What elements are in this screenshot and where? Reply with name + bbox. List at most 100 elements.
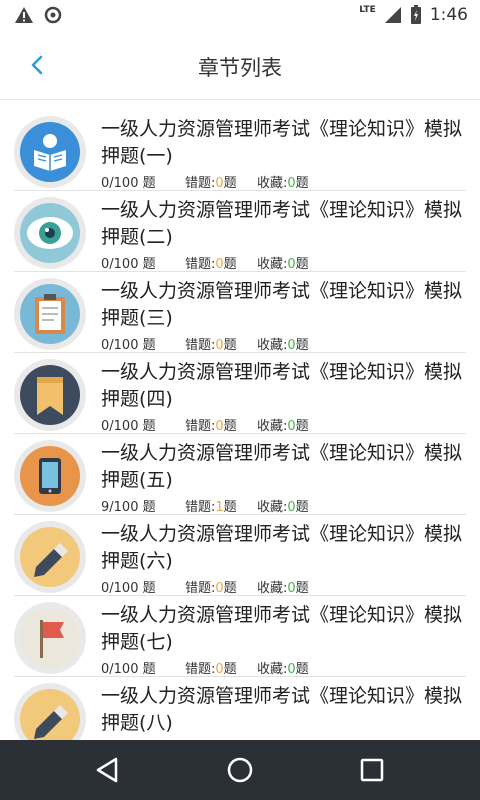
wrong-number: 1 [215, 500, 224, 515]
favorite-label: 收藏: [257, 176, 288, 191]
chapter-stats: 0/100 题错题:0题收藏:0题 [101, 253, 309, 272]
square-recents-icon [360, 758, 384, 782]
nav-back-button[interactable] [92, 754, 124, 786]
wrong-number: 0 [215, 662, 224, 677]
chapter-avatar [14, 683, 86, 740]
chapter-title: 一级人力资源管理师考试《理论知识》模拟押题(一) [101, 118, 463, 167]
favorite-count: 收藏:0题 [257, 577, 309, 596]
chapter-stats: 0/100 题错题:0题收藏:0题 [101, 577, 309, 596]
chapter-title: 一级人力资源管理师考试《理论知识》模拟押题(五) [101, 442, 463, 491]
network-type: LTE [359, 5, 376, 15]
chapter-stats: 0/100 题错题:0题收藏:0题 [101, 658, 309, 677]
wrong-number: 0 [215, 419, 224, 434]
favorite-unit: 题 [295, 662, 309, 677]
wrong-number: 0 [215, 176, 224, 191]
wrong-number: 0 [215, 338, 224, 353]
triangle-back-icon [96, 757, 118, 783]
pencil-icon [20, 689, 80, 740]
wrong-count: 错题:0题 [185, 658, 257, 677]
chapter-progress: 0/100 题 [101, 176, 156, 191]
wrong-count: 错题:0题 [185, 172, 257, 191]
chapter-title: 一级人力资源管理师考试《理论知识》模拟押题(八) [101, 685, 463, 734]
chapter-item[interactable]: 一级人力资源管理师考试《理论知识》模拟押题(八)0/100 题错题:0题收藏:0… [0, 677, 480, 740]
chapter-avatar [14, 116, 86, 188]
chapter-title: 一级人力资源管理师考试《理论知识》模拟押题(三) [101, 280, 463, 329]
wrong-unit: 题 [223, 662, 237, 677]
clipboard-icon [20, 284, 80, 344]
chapter-progress: 0/100 题 [101, 419, 156, 434]
favorite-count: 收藏:0题 [257, 658, 309, 677]
favorite-label: 收藏: [257, 257, 288, 272]
favorite-number: 0 [287, 338, 296, 353]
chapter-title: 一级人力资源管理师考试《理论知识》模拟押题(四) [101, 361, 463, 410]
chapter-avatar [14, 359, 86, 431]
pencil-icon [20, 527, 80, 587]
page-title: 章节列表 [198, 56, 282, 80]
signal-icon [384, 7, 401, 23]
favorite-label: 收藏: [257, 338, 288, 353]
wrong-number: 0 [215, 581, 224, 596]
favorite-label: 收藏: [257, 500, 288, 515]
wrong-number: 0 [215, 257, 224, 272]
chapter-item[interactable]: 一级人力资源管理师考试《理论知识》模拟押题(七) 0/100 题错题:0题 收藏:0… [0, 596, 480, 677]
favorite-count: 收藏:0题 [257, 253, 309, 272]
warning-icon [15, 7, 33, 23]
chapter-list: 一级人力资源管理师考试《理论知识》模拟押题(一) 0/100 题错题:0题 收藏:0… [0, 110, 480, 740]
chapter-avatar [14, 602, 86, 674]
bookmark-icon [20, 365, 80, 425]
wrong-unit: 题 [223, 581, 237, 596]
chapter-item[interactable]: 一级人力资源管理师考试《理论知识》模拟押题(五) 9/100 题错题:1题 收藏:0… [0, 434, 480, 515]
chapter-stats: 0/100 题错题:0题收藏:0题 [101, 334, 309, 353]
status-bar: LTE 1:46 [0, 0, 480, 32]
wrong-label: 错题: [185, 338, 216, 353]
favorite-unit: 题 [295, 500, 309, 515]
wrong-unit: 题 [223, 500, 237, 515]
chapter-item[interactable]: 一级人力资源管理师考试《理论知识》模拟押题(六) 0/100 题错题:0题 收藏:0… [0, 515, 480, 596]
favorite-label: 收藏: [257, 581, 288, 596]
chapter-progress: 9/100 题 [101, 500, 156, 515]
chapter-item[interactable]: 一级人力资源管理师考试《理论知识》模拟押题(一) 0/100 题错题:0题 收藏:0… [0, 110, 480, 191]
favorite-count: 收藏:0题 [257, 172, 309, 191]
favorite-number: 0 [287, 581, 296, 596]
favorite-unit: 题 [295, 338, 309, 353]
chapter-avatar [14, 440, 86, 512]
wrong-unit: 题 [223, 176, 237, 191]
favorite-unit: 题 [295, 257, 309, 272]
favorite-unit: 题 [295, 581, 309, 596]
favorite-number: 0 [287, 662, 296, 677]
chapter-item[interactable]: 一级人力资源管理师考试《理论知识》模拟押题(三) 0/100 题错题:0题 收藏:0… [0, 272, 480, 353]
favorite-number: 0 [287, 419, 296, 434]
wrong-label: 错题: [185, 581, 216, 596]
chapter-progress: 0/100 题 [101, 581, 156, 596]
chapter-title: 一级人力资源管理师考试《理论知识》模拟押题(二) [101, 199, 463, 248]
wrong-label: 错题: [185, 500, 216, 515]
eye-icon [20, 203, 80, 263]
chapter-title: 一级人力资源管理师考试《理论知识》模拟押题(七) [101, 604, 463, 653]
wrong-count: 错题:1题 [185, 496, 257, 515]
nav-recents-button[interactable] [356, 754, 388, 786]
chapter-progress: 0/100 题 [101, 257, 156, 272]
wrong-count: 错题:0题 [185, 415, 257, 434]
wrong-label: 错题: [185, 662, 216, 677]
chapter-stats: 0/100 题错题:0题收藏:0题 [101, 415, 309, 434]
battery-icon [410, 5, 421, 24]
chapter-item[interactable]: 一级人力资源管理师考试《理论知识》模拟押题(四) 0/100 题错题:0题 收藏:0… [0, 353, 480, 434]
favorite-count: 收藏:0题 [257, 334, 309, 353]
chapter-avatar [14, 197, 86, 269]
wrong-label: 错题: [185, 176, 216, 191]
chapter-avatar [14, 278, 86, 350]
flag-icon [20, 608, 80, 668]
favorite-unit: 题 [295, 419, 309, 434]
chapter-stats: 0/100 题错题:0题收藏:0题 [101, 172, 309, 191]
favorite-number: 0 [287, 257, 296, 272]
wrong-unit: 题 [223, 419, 237, 434]
clock: 1:46 [429, 5, 468, 25]
chapter-stats: 9/100 题错题:1题 收藏:0题 [101, 496, 309, 515]
wrong-label: 错题: [185, 257, 216, 272]
wrong-count: 错题:0题 [185, 253, 257, 272]
favorite-number: 0 [287, 500, 296, 515]
chapter-progress: 0/100 题 [101, 338, 156, 353]
chapter-item[interactable]: 一级人力资源管理师考试《理论知识》模拟押题(二) 0/100 题错题:0题 收藏:0… [0, 191, 480, 272]
nav-home-button[interactable] [224, 754, 256, 786]
favorite-label: 收藏: [257, 662, 288, 677]
